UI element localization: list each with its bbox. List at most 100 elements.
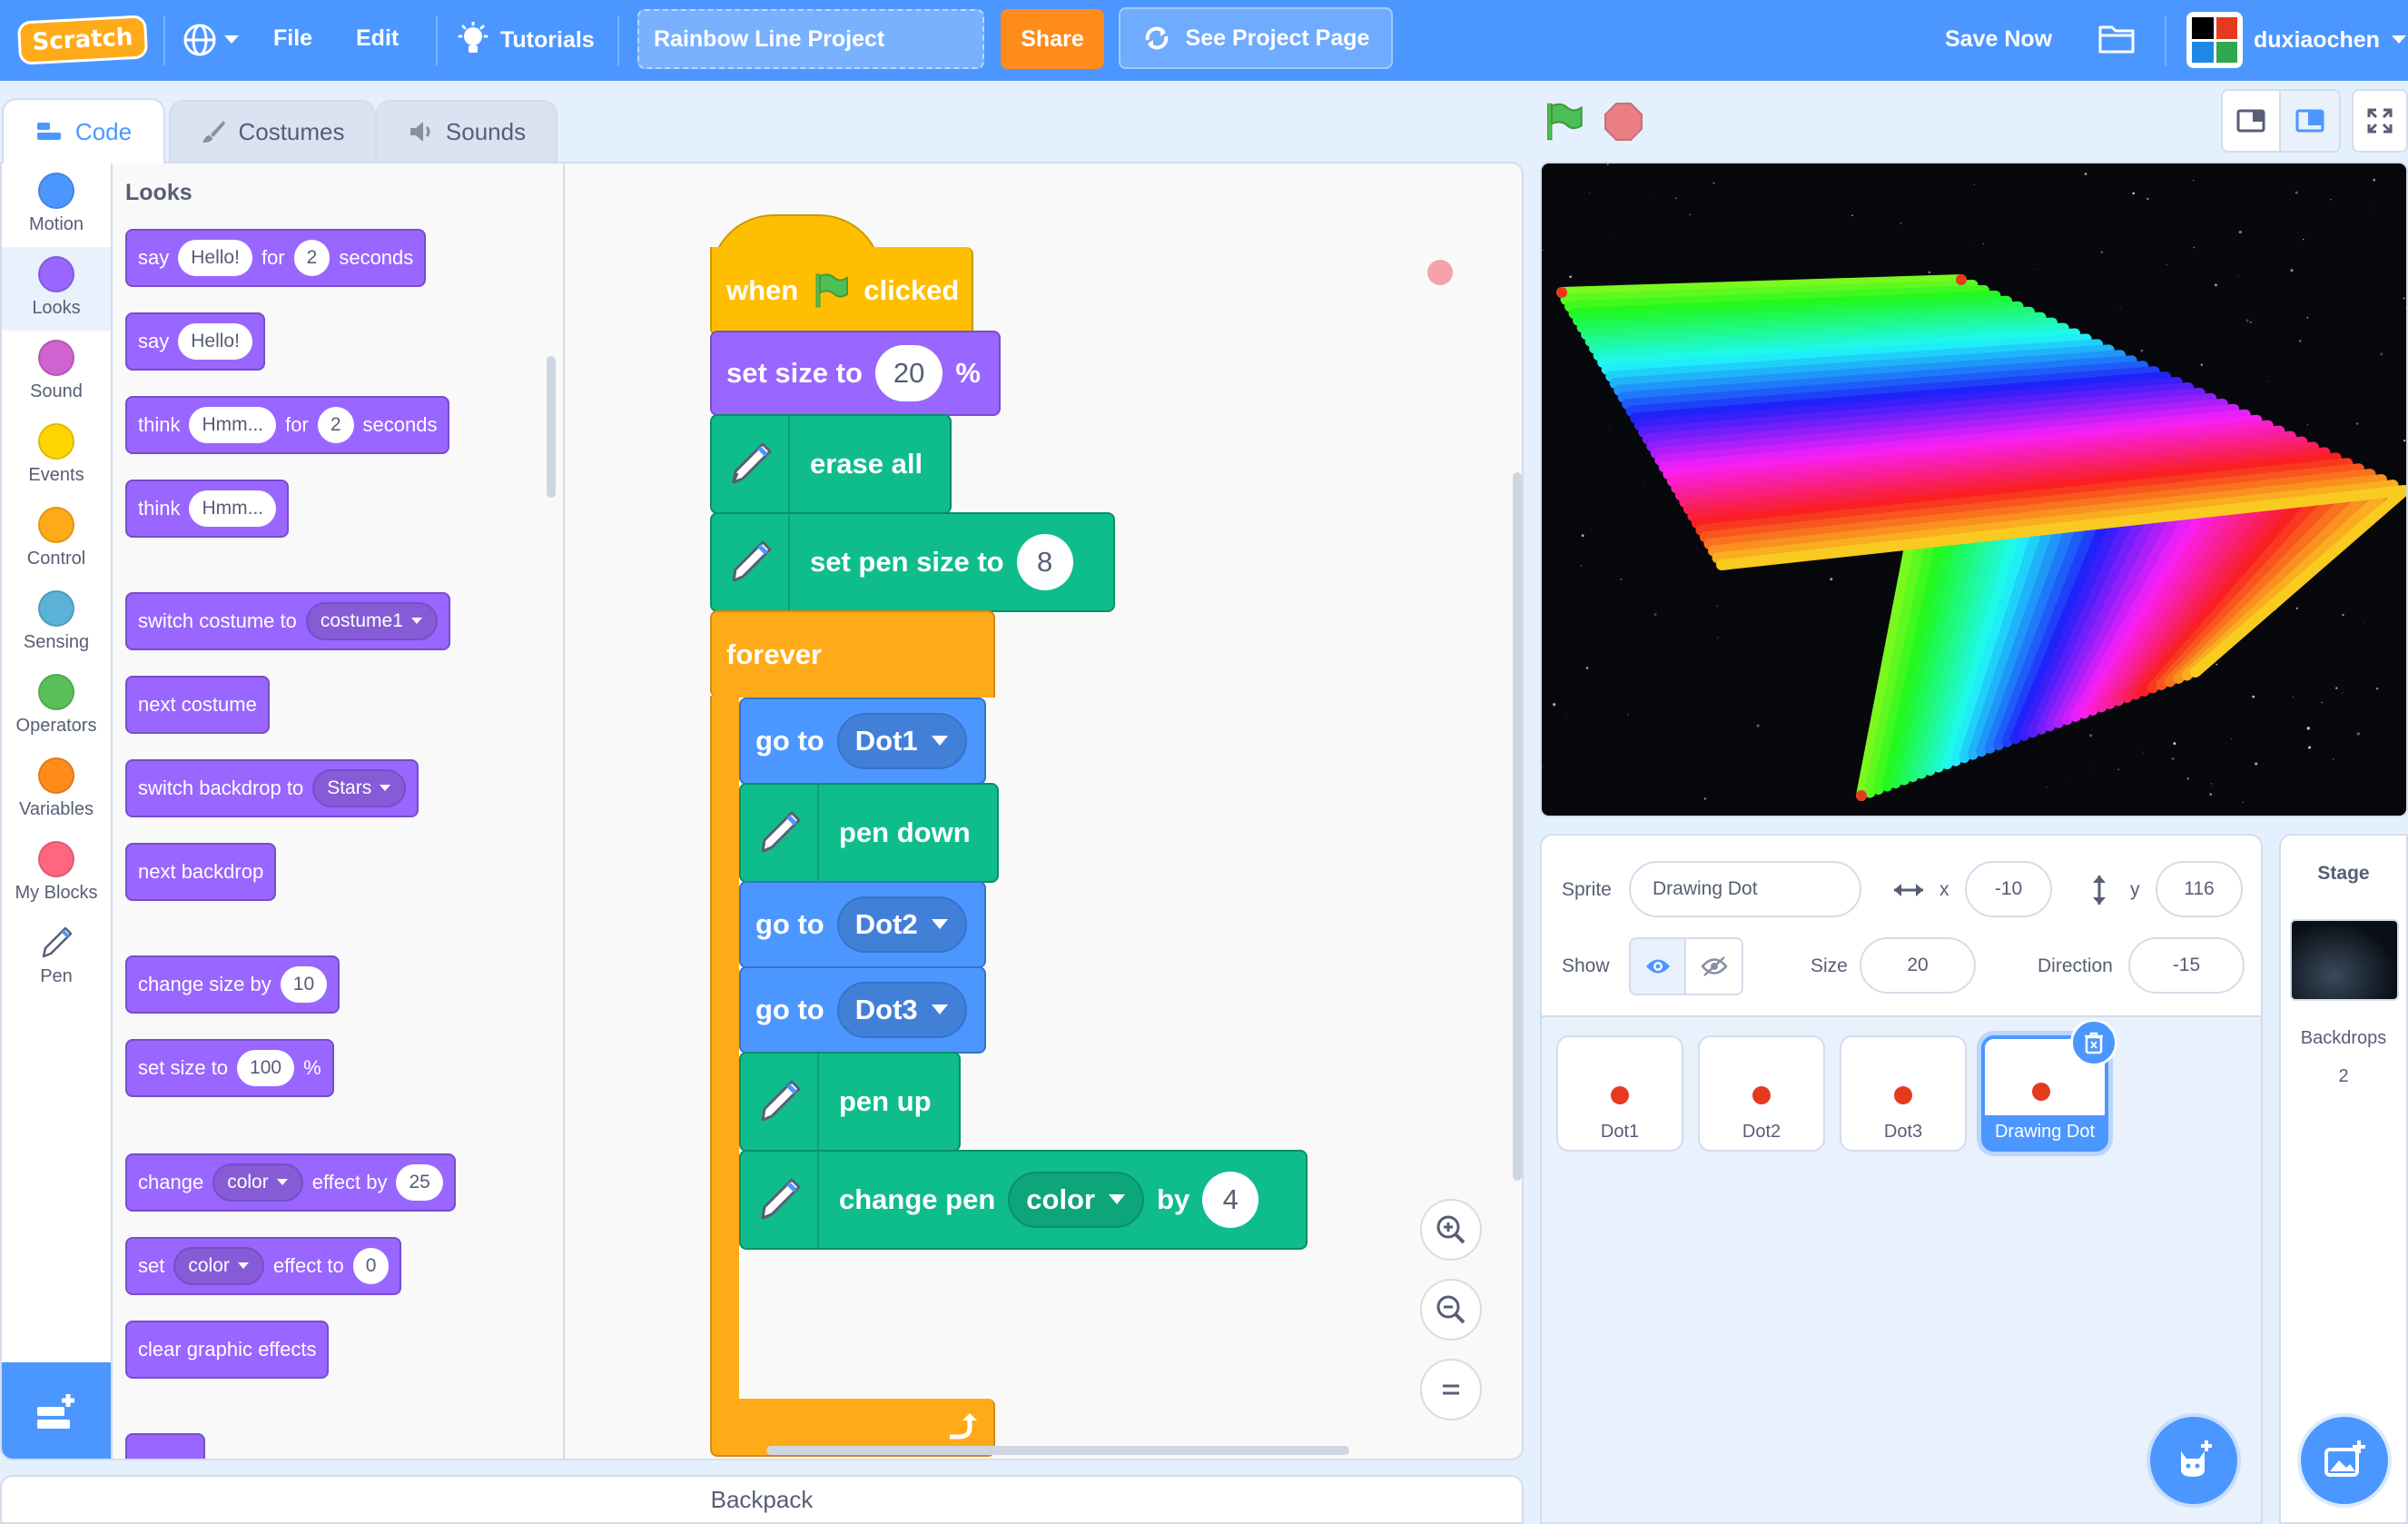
change-effect-block[interactable]: change color effect by 25 [125, 1153, 456, 1212]
delete-sprite-button[interactable] [2070, 1019, 2117, 1066]
pen-param-dropdown[interactable]: color [1008, 1172, 1145, 1228]
go-to-dot1-block[interactable]: go to Dot1 [739, 698, 986, 785]
direction-input[interactable]: -15 [2128, 937, 2245, 994]
project-title-input[interactable]: Rainbow Line Project [637, 9, 984, 69]
tab-costumes[interactable]: Costumes [169, 100, 376, 162]
category-sound[interactable]: Sound [2, 331, 111, 414]
size-value-input[interactable]: 20 [874, 345, 943, 401]
stage-target-panel[interactable]: Stage Backdrops 2 [2279, 834, 2408, 1524]
edit-menu[interactable]: Edit [356, 25, 399, 52]
category-events[interactable]: Events [2, 414, 111, 498]
zoom-reset-button[interactable] [1420, 1359, 1482, 1420]
pen-change-input[interactable]: 4 [1202, 1172, 1259, 1228]
think-block[interactable]: think Hmm... [125, 480, 290, 538]
message-input[interactable]: Hmm... [189, 407, 277, 443]
pen-up-block[interactable]: pen up [739, 1052, 961, 1152]
seconds-input[interactable]: 2 [317, 407, 354, 443]
costume-dropdown[interactable]: costume1 [305, 602, 438, 640]
effect-amount-input[interactable]: 25 [396, 1164, 443, 1201]
zoom-out-button[interactable] [1420, 1279, 1482, 1341]
pen-size-input[interactable]: 8 [1016, 534, 1073, 590]
go-to-target-dropdown[interactable]: Dot3 [836, 982, 967, 1038]
green-flag-button[interactable] [1542, 100, 1585, 148]
dot-sprite[interactable] [1956, 274, 1967, 285]
seconds-input[interactable]: 2 [293, 240, 331, 276]
category-my-blocks[interactable]: My Blocks [2, 832, 111, 915]
next-costume-block[interactable]: next costume [125, 676, 270, 734]
zoom-in-button[interactable] [1420, 1199, 1482, 1261]
go-to-dot2-block[interactable]: go to Dot2 [739, 881, 986, 968]
backdrop-dropdown[interactable]: Stars [312, 769, 407, 807]
choose-backdrop-button[interactable] [2301, 1417, 2388, 1504]
fullscreen-button[interactable] [2352, 89, 2408, 153]
language-menu[interactable] [182, 20, 245, 60]
workspace-horizontal-scrollbar[interactable] [766, 1446, 1349, 1455]
share-button[interactable]: Share [1001, 9, 1104, 69]
category-motion[interactable]: Motion [2, 163, 111, 247]
my-stuff-icon[interactable] [2097, 22, 2136, 59]
set-size-block[interactable]: set size to 100 % [125, 1039, 334, 1097]
script-workspace[interactable]: when clicked set size to 20 % erase all … [565, 163, 1522, 1459]
sprite-tile[interactable]: Dot3 [1840, 1035, 1967, 1152]
change-size-block[interactable]: change size by 10 [125, 955, 340, 1014]
account-menu[interactable]: duxiaochen [2186, 9, 2407, 71]
x-input[interactable]: -10 [1965, 861, 2052, 917]
scratch-logo[interactable]: Scratch [16, 15, 149, 65]
next-backdrop-block[interactable]: next backdrop [125, 843, 277, 901]
save-now-link[interactable]: Save Now [1945, 26, 2052, 53]
switch-backdrop-block[interactable]: switch backdrop to Stars [125, 759, 419, 817]
set-effect-block[interactable]: set color effect to 0 [125, 1237, 402, 1295]
category-operators[interactable]: Operators [2, 665, 111, 748]
go-to-target-dropdown[interactable]: Dot2 [836, 896, 967, 953]
y-input[interactable]: 116 [2156, 861, 2243, 917]
tutorials-button[interactable]: Tutorials [457, 20, 595, 60]
say-block[interactable]: say Hello! [125, 312, 265, 371]
effect-dropdown[interactable]: color [173, 1247, 264, 1285]
change-pen-color-block[interactable]: change pen color by 4 [739, 1150, 1308, 1250]
sprite-tile[interactable]: Dot1 [1556, 1035, 1683, 1152]
sprite-tile[interactable]: Dot2 [1698, 1035, 1825, 1152]
category-looks[interactable]: Looks [2, 247, 111, 331]
go-to-dot3-block[interactable]: go to Dot3 [739, 966, 986, 1054]
palette-scrollbar[interactable] [547, 356, 556, 498]
category-sensing[interactable]: Sensing [2, 581, 111, 665]
message-input[interactable]: Hello! [178, 240, 252, 276]
message-input[interactable]: Hmm... [189, 490, 277, 527]
backpack[interactable]: Backpack [0, 1475, 1524, 1524]
size-input[interactable]: 20 [1860, 937, 1976, 994]
switch-costume-block[interactable]: switch costume to costume1 [125, 592, 450, 650]
dot-sprite[interactable] [1556, 287, 1567, 298]
message-input[interactable]: Hello! [178, 323, 252, 360]
choose-sprite-button[interactable] [2150, 1417, 2237, 1504]
set-pen-size-block[interactable]: set pen size to 8 [710, 512, 1115, 612]
go-to-target-dropdown[interactable]: Dot1 [836, 713, 967, 769]
sprite-thumbnail [1611, 1086, 1629, 1104]
say-for-seconds-block[interactable]: say Hello! for 2 seconds [125, 229, 427, 287]
dot-sprite[interactable] [1856, 790, 1867, 801]
set-size-to-block[interactable]: set size to 20 % [710, 331, 1001, 416]
erase-all-block[interactable]: erase all [710, 414, 952, 514]
workspace-vertical-scrollbar[interactable] [1513, 472, 1522, 1181]
category-control[interactable]: Control [2, 498, 111, 581]
tab-code[interactable]: Code [2, 98, 165, 163]
pen-down-block[interactable]: pen down [739, 783, 999, 883]
effect-value-input[interactable]: 0 [352, 1248, 390, 1284]
size-change-input[interactable]: 10 [280, 966, 328, 1003]
file-menu[interactable]: File [273, 25, 312, 52]
see-project-page-button[interactable]: See Project Page [1119, 7, 1393, 69]
small-stage-button[interactable] [2223, 91, 2281, 151]
category-pen[interactable]: Pen [2, 915, 111, 999]
effect-dropdown[interactable]: color [212, 1163, 303, 1202]
large-stage-button[interactable] [2281, 91, 2339, 151]
add-extension-button[interactable] [2, 1362, 111, 1459]
stop-button[interactable] [1604, 102, 1643, 146]
clear-graphic-effects-block[interactable]: clear graphic effects [125, 1321, 330, 1379]
category-variables[interactable]: Variables [2, 748, 111, 832]
stage-canvas[interactable] [1540, 162, 2408, 817]
show-button[interactable] [1631, 939, 1687, 994]
hide-button[interactable] [1686, 939, 1742, 994]
tab-sounds[interactable]: Sounds [376, 100, 558, 162]
size-input[interactable]: 100 [237, 1050, 295, 1086]
sprite-name-input[interactable]: Drawing Dot [1629, 861, 1861, 917]
think-for-seconds-block[interactable]: think Hmm... for 2 seconds [125, 396, 450, 454]
